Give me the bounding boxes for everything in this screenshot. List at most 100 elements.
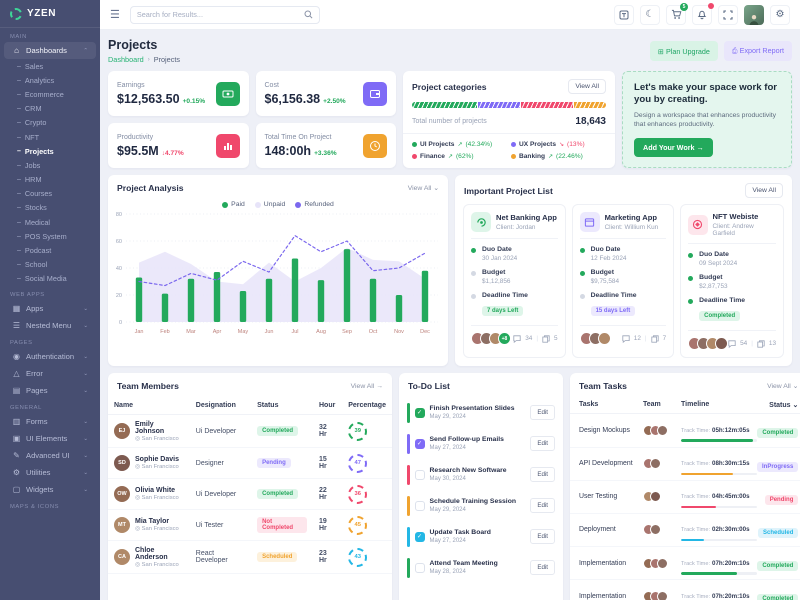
todo-item: Attend Team MeetingMay 28, 2024 Edit	[399, 552, 563, 583]
avatar	[598, 332, 611, 345]
sidebar-item-nested-menu[interactable]: ☰ Nested Menu ⌄	[4, 317, 96, 334]
cart-icon[interactable]: 5	[666, 5, 686, 25]
percentage-ring: 47	[348, 454, 367, 473]
sidebar-subitem-sales[interactable]: –Sales	[0, 59, 100, 73]
search-input[interactable]	[137, 10, 300, 19]
chart-legend-refunded[interactable]: Refunded	[295, 201, 333, 208]
todo-checkbox[interactable]: ✓	[415, 439, 425, 449]
status-badge: Completed	[757, 561, 798, 571]
user-avatar[interactable]	[744, 5, 764, 25]
edit-button[interactable]: Edit	[530, 405, 555, 420]
chevron-down-icon: ⌄	[83, 323, 88, 329]
clock-icon	[363, 134, 387, 158]
project-detail-row: Budget $2,87,753	[688, 274, 776, 290]
team-task-row: API Development Track Time:08h:30m:15s I…	[570, 448, 800, 481]
analysis-title: Project Analysis	[117, 183, 184, 193]
sidebar-subitem-crm[interactable]: –CRM	[0, 102, 100, 116]
sidebar-item-ui-elements[interactable]: ▣ UI Elements ⌄	[4, 430, 96, 447]
app-logo[interactable]: YZEN	[0, 0, 100, 28]
members-col-hour: Hour	[313, 397, 342, 415]
cart-badge: 5	[680, 3, 688, 11]
sidebar-subitem-stocks[interactable]: –Stocks	[0, 201, 100, 215]
sidebar-item-widgets[interactable]: ▢ Widgets ⌄	[4, 481, 96, 498]
sidebar-subitem-jobs[interactable]: –Jobs	[0, 158, 100, 172]
task-team-avatars	[643, 558, 681, 569]
sidebar-subitem-analytics[interactable]: –Analytics	[0, 73, 100, 87]
project-card-marketing-app[interactable]: Marketing AppClient: Willium Kun Duo Dat…	[572, 204, 675, 358]
sidebar-subitem-projects[interactable]: –Projects	[0, 144, 100, 158]
todo-color-bar	[407, 496, 410, 516]
track-time-bar	[681, 439, 753, 442]
sidebar-item-authentication[interactable]: ◉ Authentication ⌄	[4, 348, 96, 365]
sidebar-subitem-pos-system[interactable]: –POS System	[0, 229, 100, 243]
todo-checkbox[interactable]	[415, 501, 425, 511]
project-detail-row: Deadline Time 7 days Left	[471, 292, 558, 317]
edit-button[interactable]: Edit	[530, 529, 555, 544]
sidebar-subitem-hrm[interactable]: –HRM	[0, 173, 100, 187]
sidebar-subitem-nft[interactable]: –NFT	[0, 130, 100, 144]
sidebar-section-label: MAIN	[0, 28, 100, 42]
sidebar-item-advanced-ui[interactable]: ✎ Advanced UI ⌄	[4, 447, 96, 464]
team-tasks-view-all[interactable]: View All ⌄	[767, 382, 798, 390]
sidebar-nav: MAIN ⌂ Dashboards ⌃–Sales–Analytics–Ecom…	[0, 28, 100, 512]
svg-text:Feb: Feb	[160, 329, 169, 335]
language-icon[interactable]	[614, 5, 634, 25]
todo-checkbox[interactable]: ✓	[415, 408, 425, 418]
chevron-down-icon: ⌄	[83, 453, 88, 459]
plan-upgrade-button[interactable]: ⊞ Plan Upgrade	[650, 41, 718, 61]
edit-button[interactable]: Edit	[530, 560, 555, 575]
chart-legend-unpaid[interactable]: Unpaid	[255, 201, 286, 208]
todo-item: Research New SoftwareMay 30, 2024 Edit	[399, 459, 563, 490]
percentage-ring: 43	[348, 548, 367, 567]
project-card-net-banking-app[interactable]: Net Banking AppClient: Jordan Duo Date 3…	[463, 204, 566, 358]
todo-title: To-Do List	[408, 381, 450, 391]
chevron-down-icon: ⌄	[83, 388, 88, 394]
sidebar-item-apps[interactable]: ▦ Apps ⌄	[4, 300, 96, 317]
sidebar-item-dashboards[interactable]: ⌂ Dashboards ⌃	[4, 42, 96, 59]
sidebar-subitem-school[interactable]: –School	[0, 258, 100, 272]
task-team-avatars	[643, 524, 681, 535]
search-icon[interactable]	[304, 10, 313, 19]
todo-checkbox[interactable]: ✓	[415, 532, 425, 542]
fullscreen-icon[interactable]	[718, 5, 738, 25]
edit-button[interactable]: Edit	[530, 498, 555, 513]
sidebar-subitem-medical[interactable]: –Medical	[0, 215, 100, 229]
sidebar-subitem-podcast[interactable]: –Podcast	[0, 243, 100, 257]
sidebar-subitem-ecommerce[interactable]: –Ecommerce	[0, 87, 100, 101]
sidebar-item-error[interactable]: △ Error ⌄	[4, 365, 96, 382]
hamburger-icon[interactable]: ☰	[110, 8, 120, 21]
sidebar-item-forms[interactable]: ▥ Forms ⌄	[4, 413, 96, 430]
edit-button[interactable]: Edit	[530, 467, 555, 482]
stats-row: Earnings $12,563.50+0.15% Cost $6,156.38…	[108, 71, 792, 168]
chart-legend-paid[interactable]: Paid	[222, 201, 245, 208]
team-members-view-all[interactable]: View All →	[351, 383, 383, 390]
sidebar-subitem-crypto[interactable]: –Crypto	[0, 116, 100, 130]
project-card-nft-webiste[interactable]: NFT WebisteClient: Andrew Garfield Duo D…	[680, 204, 784, 358]
sidebar-subitem-social-media[interactable]: –Social Media	[0, 272, 100, 286]
track-time-bar	[681, 473, 733, 476]
edit-button[interactable]: Edit	[530, 436, 555, 451]
export-report-button[interactable]: ⎙ Export Report	[724, 41, 792, 61]
settings-icon[interactable]: ⚙	[770, 5, 790, 25]
important-project-list-card: Important Project List View All Net Bank…	[455, 175, 792, 366]
svg-text:80: 80	[116, 212, 122, 218]
categories-legend: UI Projects ↗ (42.34%) UX Projects ↘ (13…	[403, 134, 615, 162]
analysis-view-all[interactable]: View All ⌄	[408, 184, 439, 192]
svg-text:Oct: Oct	[369, 329, 378, 335]
legend-dot-icon	[412, 142, 417, 147]
todo-checkbox[interactable]	[415, 470, 425, 480]
categories-view-all-button[interactable]: View All	[568, 79, 606, 94]
dark-mode-icon[interactable]: ☾	[640, 5, 660, 25]
add-your-work-button[interactable]: Add Your Work →	[634, 138, 713, 157]
todo-checkbox[interactable]	[415, 563, 425, 573]
notifications-icon[interactable]	[692, 5, 712, 25]
sidebar-subitem-courses[interactable]: –Courses	[0, 187, 100, 201]
sidebar-item-utilities[interactable]: ⚙ Utilities ⌄	[4, 464, 96, 481]
sidebar-item-pages[interactable]: ▤ Pages ⌄	[4, 382, 96, 399]
svg-text:Jul: Jul	[291, 329, 298, 335]
project-list-view-all-button[interactable]: View All	[745, 183, 783, 198]
logo-icon	[10, 8, 22, 20]
breadcrumb-dashboard[interactable]: Dashboard	[108, 55, 144, 64]
status-badge: Completed	[757, 428, 798, 438]
project-detail-row: Duo Date 09 Sept 2024	[688, 251, 776, 267]
